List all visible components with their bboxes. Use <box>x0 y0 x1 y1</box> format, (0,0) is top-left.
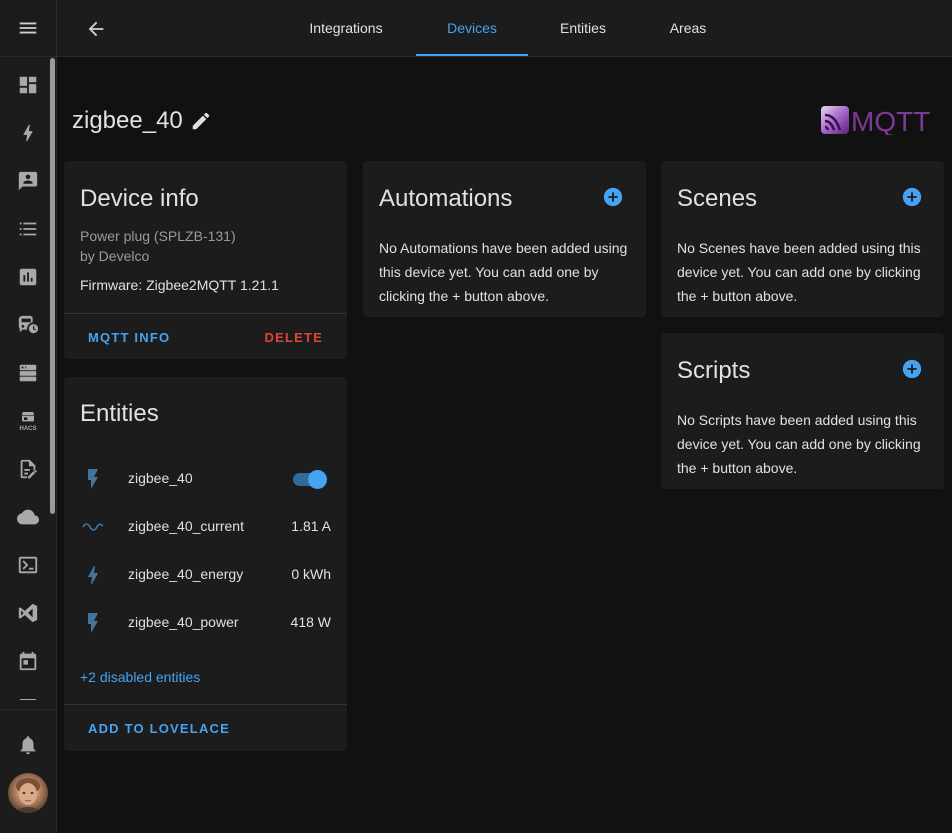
logbook-icon <box>17 170 39 192</box>
tab-integrations[interactable]: Integrations <box>294 0 398 56</box>
entity-toggle[interactable] <box>291 470 327 488</box>
arrow-left-icon <box>85 18 107 40</box>
hacs-label: HACS <box>19 426 36 433</box>
tab-areas-label: Areas <box>670 20 707 36</box>
todo-list-icon <box>17 218 39 240</box>
flash-icon <box>81 467 105 491</box>
entity-name: zigbee_40_power <box>128 614 239 630</box>
tab-devices[interactable]: Devices <box>416 0 528 56</box>
notifications-icon <box>17 734 39 756</box>
scripts-title: Scripts <box>677 357 750 385</box>
vscode-icon <box>17 602 39 624</box>
entity-value: 1.81 A <box>291 518 331 534</box>
mqtt-logo-text: MQTT <box>851 106 930 135</box>
sidebar-item-hacs[interactable]: HACS <box>0 401 56 441</box>
sidebar-item-todo[interactable] <box>0 209 56 249</box>
history-icon <box>17 266 39 288</box>
mqtt-logo-image: MQTT <box>820 105 944 135</box>
pencil-icon <box>190 110 212 132</box>
flash-icon <box>81 563 105 587</box>
back-button[interactable] <box>83 16 109 42</box>
sidebar-item-server[interactable] <box>0 353 56 393</box>
card-divider <box>64 313 347 314</box>
menu-button[interactable] <box>0 0 56 57</box>
entity-row[interactable]: zigbee_40_power 418 W <box>64 599 347 647</box>
dashboard-icon <box>17 74 39 96</box>
mqtt-logo: MQTT <box>820 105 944 135</box>
entities-title: Entities <box>80 400 159 428</box>
hacs-icon <box>18 410 38 426</box>
entity-name: zigbee_40_energy <box>128 566 243 582</box>
add-automation-button[interactable] <box>602 186 624 208</box>
automations-card: Automations No Automations have been add… <box>363 161 646 317</box>
cloud-icon <box>17 506 39 528</box>
sidebar-item-bus-schedule[interactable] <box>0 305 56 345</box>
hamburger-menu-icon <box>17 17 39 39</box>
sidebar-item-terminal[interactable] <box>0 545 56 585</box>
add-script-button[interactable] <box>901 358 923 380</box>
device-manufacturer: by Develco <box>80 246 149 266</box>
file-editor-icon <box>17 458 39 480</box>
device-info-card: Device info Power plug (SPLZB-131) by De… <box>64 161 347 359</box>
flash-icon <box>81 611 105 635</box>
plus-circle-icon <box>901 186 923 208</box>
energy-icon <box>17 122 39 144</box>
sidebar-item-file-editor[interactable] <box>0 449 56 489</box>
avatar[interactable] <box>8 773 48 813</box>
scripts-empty-text: No Scripts have been added using this de… <box>677 408 937 480</box>
entity-row[interactable]: zigbee_40_current 1.81 A <box>64 503 347 551</box>
device-title: zigbee_40 <box>72 107 183 135</box>
tab-devices-label: Devices <box>447 20 497 36</box>
sidebar-item-notifications[interactable] <box>0 725 56 765</box>
entity-value: 418 W <box>291 614 331 630</box>
tab-entities[interactable]: Entities <box>545 0 621 56</box>
automations-title: Automations <box>379 185 512 213</box>
tab-entities-label: Entities <box>560 20 606 36</box>
sidebar-item-vscode[interactable] <box>0 593 56 633</box>
sidebar-item-energy[interactable] <box>0 113 56 153</box>
entity-row[interactable]: zigbee_40_energy 0 kWh <box>64 551 347 599</box>
edit-device-button[interactable] <box>190 110 212 132</box>
sine-wave-icon <box>81 515 105 539</box>
sidebar-item-overview[interactable] <box>0 65 56 105</box>
entities-card: Entities zigbee_40 zigbee_40_current 1.8… <box>64 377 347 751</box>
sidebar-more-indicator <box>20 699 36 700</box>
plus-circle-icon <box>901 358 923 380</box>
device-firmware: Firmware: Zigbee2MQTT 1.21.1 <box>80 275 279 295</box>
calendar-icon <box>17 650 39 672</box>
scenes-card: Scenes No Scenes have been added using t… <box>661 161 944 317</box>
scripts-card: Scripts No Scripts have been added using… <box>661 333 944 489</box>
mqtt-info-button[interactable]: MQTT INFO <box>88 330 170 345</box>
device-model: Power plug (SPLZB-131) <box>80 226 236 246</box>
entity-row[interactable]: zigbee_40 <box>64 455 347 503</box>
toggle-knob <box>308 470 327 489</box>
entity-name: zigbee_40 <box>128 470 193 486</box>
delete-button[interactable]: DELETE <box>265 330 323 345</box>
entity-value: 0 kWh <box>291 566 331 582</box>
sidebar-item-history[interactable] <box>0 257 56 297</box>
tab-areas[interactable]: Areas <box>653 0 723 56</box>
scenes-empty-text: No Scenes have been added using this dev… <box>677 236 937 308</box>
entity-name: zigbee_40_current <box>128 518 244 534</box>
bus-clock-icon <box>17 314 39 336</box>
automations-empty-text: No Automations have been added using thi… <box>379 236 639 308</box>
terminal-icon <box>17 554 39 576</box>
add-to-lovelace-button[interactable]: ADD TO LOVELACE <box>88 721 230 736</box>
plus-circle-icon <box>602 186 624 208</box>
sidebar-item-calendar[interactable] <box>0 641 56 681</box>
sidebar: HACS <box>0 0 57 833</box>
tab-integrations-label: Integrations <box>309 20 382 36</box>
scenes-title: Scenes <box>677 185 757 213</box>
card-divider <box>64 704 347 705</box>
sidebar-item-logbook[interactable] <box>0 161 56 201</box>
top-app-bar: Integrations Devices Entities Areas <box>57 0 952 57</box>
sidebar-scrollbar[interactable] <box>50 58 55 514</box>
avatar-image <box>8 773 48 813</box>
add-scene-button[interactable] <box>901 186 923 208</box>
server-icon <box>17 362 39 384</box>
sidebar-divider <box>0 709 56 710</box>
sidebar-item-cloud[interactable] <box>0 497 56 537</box>
disabled-entities-link[interactable]: +2 disabled entities <box>80 665 200 689</box>
device-info-title: Device info <box>80 185 199 213</box>
